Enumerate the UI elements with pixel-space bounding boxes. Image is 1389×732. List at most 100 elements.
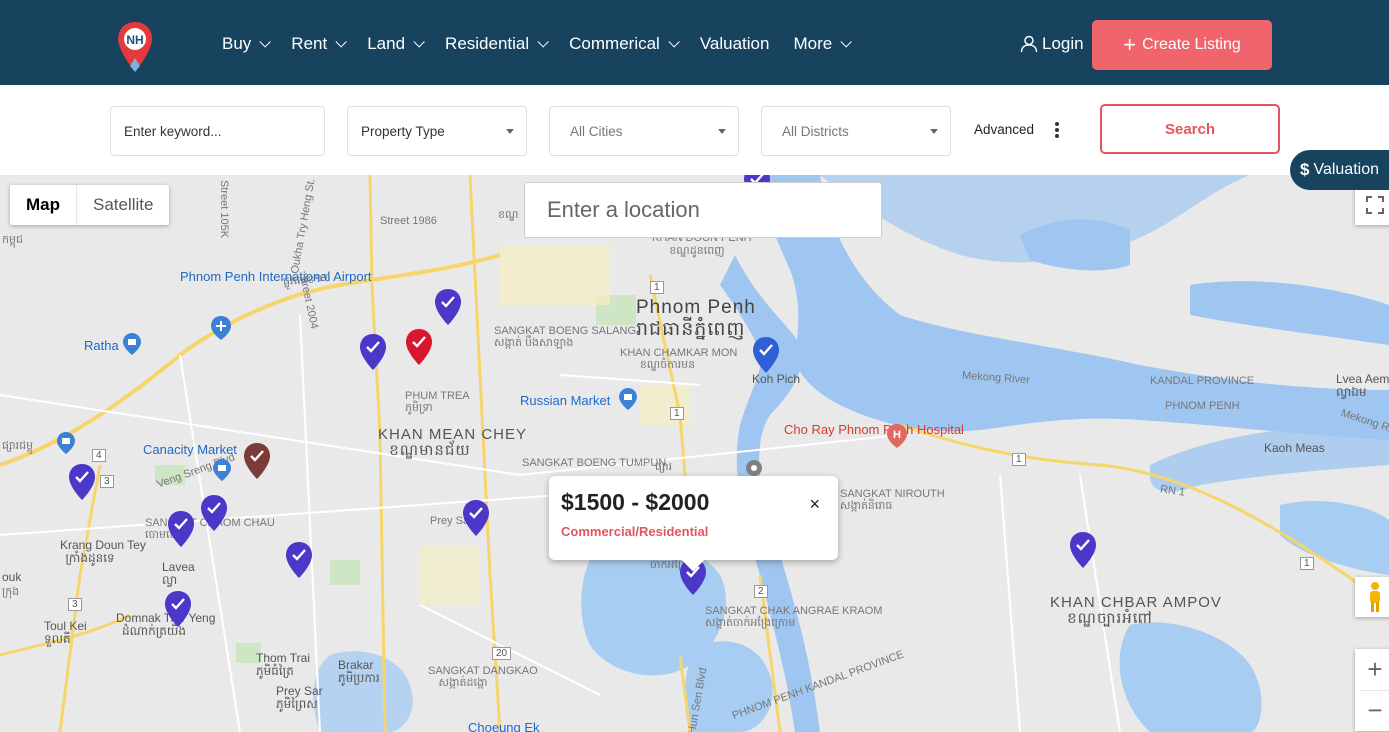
map-label-text: Thom Trai — [256, 651, 311, 665]
property-marker[interactable] — [167, 510, 195, 548]
login-link[interactable]: Login — [1020, 34, 1084, 54]
caret-down-icon — [506, 129, 514, 134]
nav-commercial[interactable]: Commerical — [569, 34, 680, 54]
map-label-text-kh: សង្កាត់ចាក់អង្រែក្រោម — [705, 617, 796, 629]
map-view[interactable]: ខណ្ឌ KHAN DOUN PENH ខណ្ឌដូនពេញ Phnom Penh… — [0, 175, 1389, 732]
nav-rent-label: Rent — [291, 34, 328, 53]
map-type-map[interactable]: Map — [10, 185, 77, 225]
login-label: Login — [1042, 34, 1084, 53]
district-value: All Districts — [782, 123, 849, 139]
map-label-choeung-ek: Choeung Ek — [468, 720, 540, 732]
city-select[interactable]: All Cities — [549, 106, 739, 156]
map-label-kandal-province: KANDAL PROVINCE — [1150, 375, 1255, 387]
logo-icon: NH — [118, 22, 152, 72]
road-shield: 1 — [670, 407, 684, 420]
property-marker[interactable] — [405, 328, 433, 366]
shopping-icon[interactable] — [56, 431, 76, 455]
property-marker[interactable] — [200, 494, 228, 532]
map-label-chak-angrae: SANGKAT CHAK ANGRAE KRAOM សង្កាត់ចាក់អង្រ… — [705, 605, 882, 629]
map-label-text: PHUM TREA — [405, 390, 470, 402]
map-label-russian-market: Russian Market — [520, 393, 611, 408]
landmark-icon[interactable] — [744, 458, 764, 478]
create-listing-label: Create Listing — [1142, 36, 1241, 53]
map-label-text: SANGKAT DANGKAO — [428, 665, 538, 677]
district-select[interactable]: All Districts — [761, 106, 951, 156]
map-label-text: SANGKAT NIROUTH — [840, 488, 945, 500]
valuation-tab-label: Valuation — [1313, 161, 1379, 178]
map-label-text: KHAN MEAN CHEY — [378, 426, 528, 443]
zoom-in-button[interactable]: + — [1355, 650, 1389, 690]
chevron-down-icon — [413, 36, 425, 48]
property-marker[interactable] — [434, 288, 462, 326]
map-type-satellite[interactable]: Satellite — [77, 185, 169, 225]
map-type-control: Map Satellite — [10, 185, 170, 225]
map-label-text-kh: ភូមិប្រការ — [338, 671, 380, 685]
map-label-phnom-penh-caps: PHNOM PENH — [1165, 400, 1240, 412]
nav-land[interactable]: Land — [367, 34, 425, 54]
map-label-text-kh: ល្វាឯម — [1336, 385, 1367, 399]
nav-rent[interactable]: Rent — [291, 34, 347, 54]
property-marker[interactable] — [359, 333, 387, 371]
nav-valuation[interactable]: Valuation — [700, 34, 770, 54]
road-shield: 1 — [650, 281, 664, 294]
close-icon[interactable]: × — [809, 494, 820, 515]
map-label-dangkao: SANGKAT DANGKAO សង្កាត់ដង្កោ — [428, 665, 538, 689]
map-label-text: Krang Doun Tey — [60, 538, 146, 552]
map-label: កម្ពុជ — [2, 234, 23, 246]
property-marker[interactable] — [285, 541, 313, 579]
property-marker[interactable] — [164, 590, 192, 628]
location-search-input[interactable]: Enter a location — [524, 182, 882, 238]
map-label-toul-kei: Toul Kei ទួលគី — [44, 620, 87, 646]
valuation-tab[interactable]: $ Valuation — [1290, 150, 1389, 190]
map-label: ផ្សារជម្ពូ — [2, 440, 34, 452]
map-label-text-kh: ខណ្ឌដូនពេញ — [669, 245, 725, 257]
property-marker[interactable] — [68, 463, 96, 501]
map-label-text: Phnom Penh — [636, 297, 756, 318]
chevron-down-icon — [668, 36, 680, 48]
search-button[interactable]: Search — [1100, 104, 1280, 154]
popup-price[interactable]: $1500 - $2000 — [561, 489, 709, 516]
create-listing-button[interactable]: + Create Listing — [1092, 20, 1272, 70]
property-marker[interactable] — [462, 499, 490, 537]
more-vertical-icon[interactable] — [1055, 122, 1061, 138]
map-label: ផ្សារ — [655, 461, 673, 473]
property-type-select[interactable]: Property Type — [347, 106, 527, 156]
street-view-button[interactable] — [1355, 577, 1389, 617]
shopping-icon[interactable] — [618, 387, 638, 411]
chevron-down-icon — [537, 36, 549, 48]
map-label-lvea-aem: Lvea Aem ល្វាឯម — [1336, 373, 1389, 399]
map-label-kaoh-meas: Kaoh Meas — [1264, 441, 1325, 455]
city-value: All Cities — [570, 123, 623, 139]
map-label-text-kh: ភូមិព្រៃស — [276, 697, 318, 711]
keyword-input[interactable]: Enter keyword... — [110, 106, 325, 156]
advanced-toggle[interactable]: Advanced — [974, 122, 1034, 137]
caret-down-icon — [718, 129, 726, 134]
chevron-down-icon — [840, 36, 852, 48]
map-label-text: Lvea Aem — [1336, 372, 1389, 386]
map-label-text-kh: ល្វា — [162, 573, 178, 587]
property-marker[interactable] — [243, 442, 271, 480]
search-bar: Enter keyword... Property Type All Citie… — [0, 85, 1389, 175]
map-label-koh-pich: Koh Pich — [752, 372, 801, 386]
popup-type: Commercial/Residential — [561, 524, 709, 539]
airport-icon[interactable] — [210, 315, 232, 341]
shopping-icon[interactable] — [212, 458, 232, 482]
nav-buy[interactable]: Buy — [222, 34, 272, 54]
map-label-text: KHAN CHAMKAR MON — [620, 347, 738, 359]
fullscreen-button[interactable] — [1355, 185, 1389, 225]
map-label-boeng-tumpun: SANGKAT BOENG TUMPUN — [522, 457, 667, 469]
user-icon — [1020, 35, 1038, 53]
property-marker[interactable] — [1069, 531, 1097, 569]
property-marker[interactable] — [752, 336, 780, 374]
hospital-icon[interactable]: H — [886, 423, 908, 449]
logo[interactable]: NH — [116, 20, 154, 74]
nav-more[interactable]: More — [793, 34, 852, 54]
road-shield: 1 — [1012, 453, 1026, 466]
zoom-out-button[interactable]: − — [1355, 691, 1389, 731]
nav-residential[interactable]: Residential — [445, 34, 549, 54]
zoom-control: + − — [1355, 649, 1389, 731]
map-label-text-kh: សង្កាត់និរោធ — [840, 500, 893, 512]
map-label-text-kh: ទួលគី — [44, 632, 71, 646]
shopping-icon[interactable] — [122, 332, 142, 356]
map-label-text-kh: ភូមិធំត្រៃ — [256, 664, 294, 678]
